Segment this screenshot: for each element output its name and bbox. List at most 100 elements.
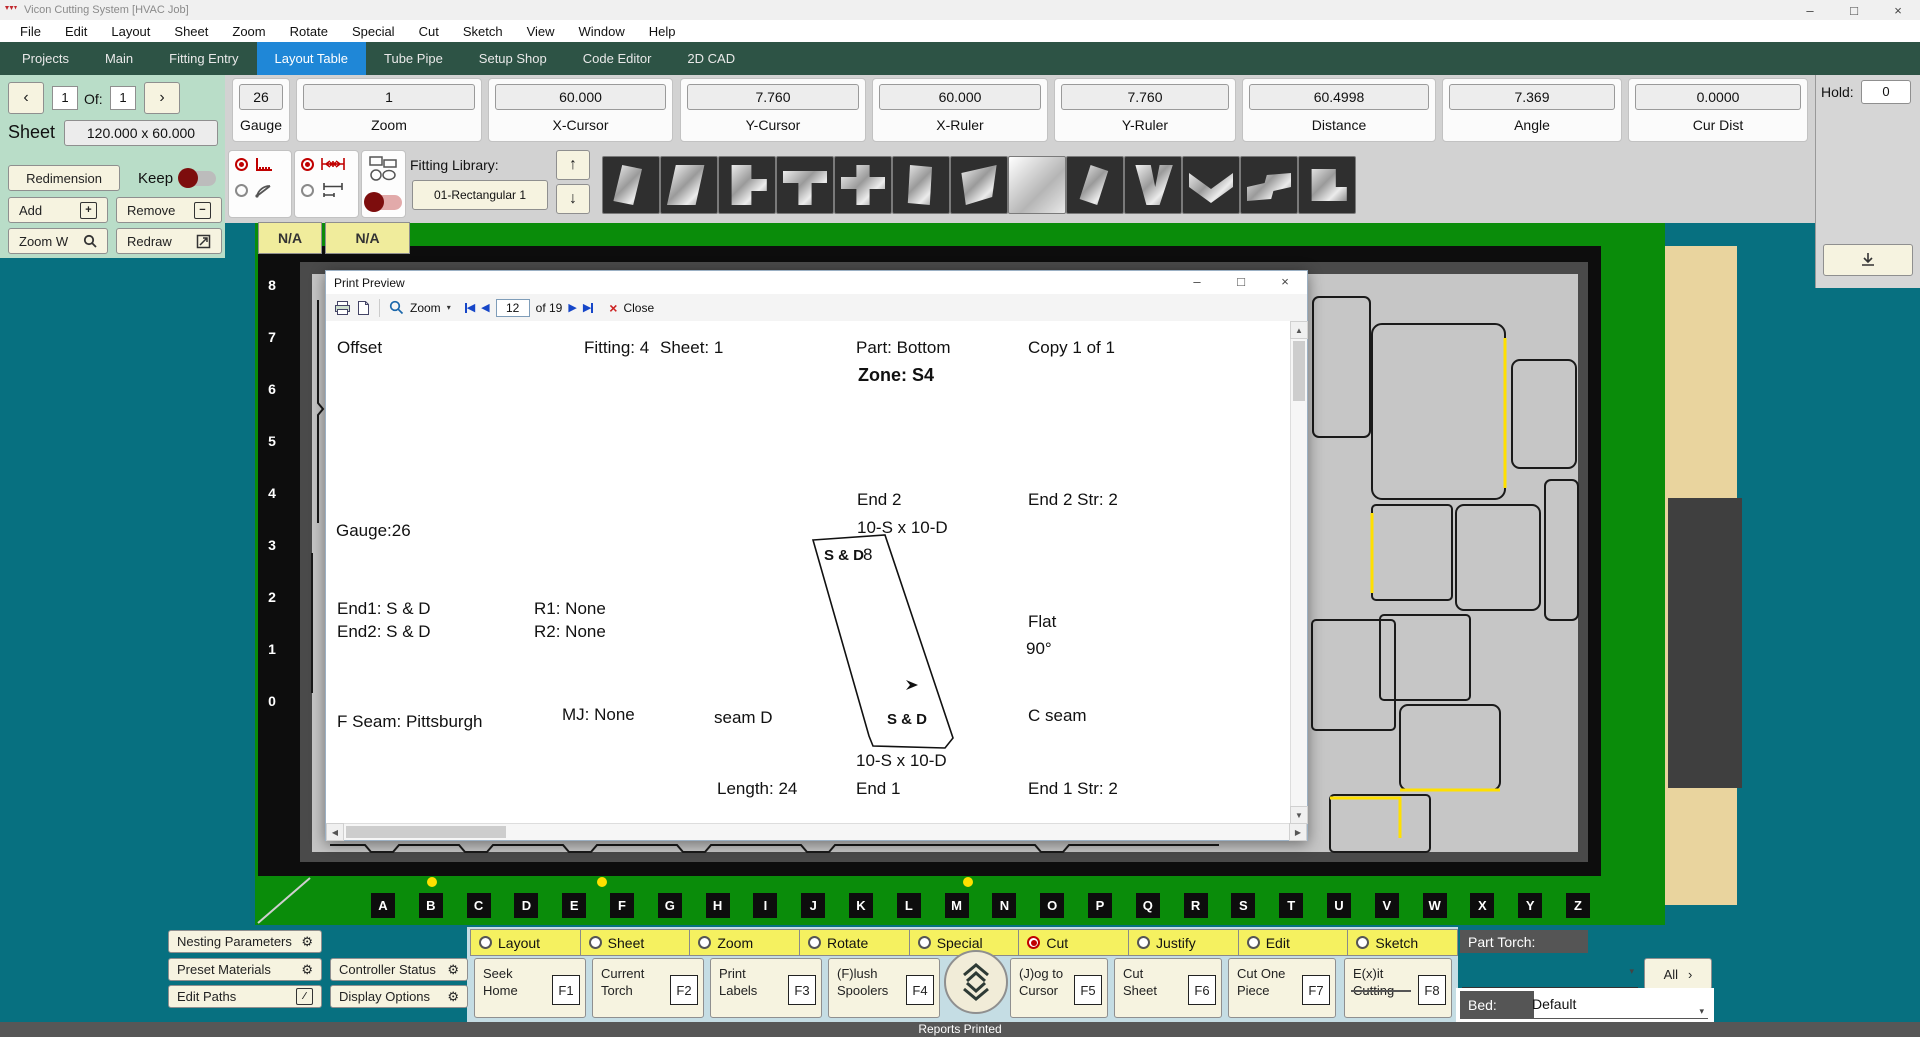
menu-item-sketch[interactable]: Sketch — [451, 24, 515, 39]
fkey-f4-button[interactable]: (F)lushSpoolersF4 — [828, 958, 940, 1018]
preset-materials-button[interactable]: Preset Materials ⚙ — [168, 958, 322, 981]
tab-code-editor[interactable]: Code Editor — [565, 42, 670, 75]
menu-item-layout[interactable]: Layout — [99, 24, 162, 39]
fitting-library-select[interactable]: 01-Rectangular 1 — [412, 180, 548, 210]
tab-fitting-entry[interactable]: Fitting Entry — [151, 42, 256, 75]
fitting-tile-vee-duct[interactable] — [1182, 156, 1240, 214]
dialog-maximize-button[interactable]: □ — [1219, 271, 1263, 291]
readout-value[interactable]: 26 — [239, 84, 283, 110]
fitting-tile-tee-duct[interactable] — [776, 156, 834, 214]
tab-2d-cad[interactable]: 2D CAD — [669, 42, 753, 75]
dialog-close-button[interactable]: × — [1263, 271, 1307, 291]
close-x-icon[interactable]: × — [609, 300, 617, 316]
zoom-icon[interactable] — [389, 300, 404, 315]
fitting-up-button[interactable]: ↑ — [556, 150, 590, 180]
readout-value[interactable]: 60.000 — [879, 84, 1041, 110]
fkey-f6-button[interactable]: CutSheetF6 — [1114, 958, 1222, 1018]
drop-to-table-button[interactable] — [1823, 244, 1913, 276]
readout-value[interactable]: 1 — [303, 84, 475, 110]
page-number-field[interactable]: 12 — [496, 299, 530, 317]
fitting-tile-elbow-duct[interactable] — [1298, 156, 1356, 214]
snap-ruler-option[interactable] — [229, 151, 291, 177]
menu-item-edit[interactable]: Edit — [53, 24, 99, 39]
mode-cut[interactable]: Cut — [1019, 930, 1129, 955]
print-preview-dialog[interactable]: Print Preview – □ × Zoom ▾ ◀ ◀ 12 of 19 … — [325, 270, 1308, 841]
page-setup-icon[interactable] — [357, 300, 370, 316]
menu-item-sheet[interactable]: Sheet — [162, 24, 220, 39]
mode-sheet[interactable]: Sheet — [581, 930, 691, 955]
last-page-button[interactable]: ▶ — [583, 301, 593, 314]
zoom-window-button[interactable]: Zoom W — [8, 228, 108, 254]
mode-edit[interactable]: Edit — [1239, 930, 1349, 955]
fitting-tile-transition-duct[interactable] — [660, 156, 718, 214]
fitting-tile-wye-duct[interactable] — [1124, 156, 1182, 214]
tab-tube-pipe[interactable]: Tube Pipe — [366, 42, 461, 75]
tab-setup-shop[interactable]: Setup Shop — [461, 42, 565, 75]
keep-toggle[interactable] — [180, 171, 216, 186]
nesting-parameters-button[interactable]: Nesting Parameters ⚙ — [168, 930, 322, 953]
readout-value[interactable]: 7.369 — [1449, 84, 1615, 110]
scroll-up-button[interactable]: ▲ — [1290, 321, 1308, 339]
zoom-caret-icon[interactable]: ▾ — [447, 303, 451, 312]
all-torches-button[interactable]: All › — [1644, 958, 1712, 990]
readout-value[interactable]: 7.760 — [1061, 84, 1229, 110]
tab-main[interactable]: Main — [87, 42, 151, 75]
menu-item-rotate[interactable]: Rotate — [278, 24, 340, 39]
scroll-down-button[interactable]: ▼ — [1290, 806, 1308, 824]
readout-value[interactable]: 60.4998 — [1249, 84, 1429, 110]
bed-select[interactable]: Default ▾ — [1532, 991, 1708, 1019]
tab-projects[interactable]: Projects — [4, 42, 87, 75]
mode-rotate[interactable]: Rotate — [800, 930, 910, 955]
mode-justify[interactable]: Justify — [1129, 930, 1239, 955]
window-maximize-button[interactable]: □ — [1832, 0, 1876, 20]
sheet-total-field[interactable]: 1 — [110, 86, 136, 110]
readout-value[interactable]: 0.0000 — [1635, 84, 1801, 110]
readout-value[interactable]: 7.760 — [687, 84, 859, 110]
fkey-f1-button[interactable]: SeekHomeF1 — [474, 958, 586, 1018]
menu-item-view[interactable]: View — [515, 24, 567, 39]
menu-item-window[interactable]: Window — [567, 24, 637, 39]
sheet-prev-button[interactable]: ‹ — [8, 82, 44, 114]
menu-item-help[interactable]: Help — [637, 24, 688, 39]
scroll-right-button[interactable]: ▶ — [1289, 823, 1307, 841]
sheet-next-button[interactable]: › — [144, 82, 180, 114]
fitting-toggle[interactable] — [366, 195, 402, 210]
window-close-button[interactable]: × — [1876, 0, 1920, 20]
vertical-scrollbar[interactable]: ▲ ▼ — [1290, 321, 1307, 824]
fkey-f5-button[interactable]: (J)og toCursorF5 — [1010, 958, 1108, 1018]
hold-value-field[interactable]: 0 — [1861, 80, 1911, 104]
menu-item-special[interactable]: Special — [340, 24, 407, 39]
snap-protractor-option[interactable] — [229, 177, 291, 203]
fitting-tile-straight-duct[interactable] — [892, 156, 950, 214]
sheet-size-field[interactable]: 120.000 x 60.000 — [64, 120, 218, 146]
fkey-f8-button[interactable]: E(x)itCuttingF8 — [1344, 958, 1452, 1018]
fitting-tile-offset-duct[interactable] — [602, 156, 660, 214]
fitting-tile-cross-duct[interactable] — [834, 156, 892, 214]
readout-value[interactable]: 60.000 — [495, 84, 666, 110]
print-icon[interactable] — [334, 300, 351, 316]
close-preview-label[interactable]: Close — [623, 301, 654, 315]
dimension-plain-option[interactable] — [295, 177, 358, 203]
fitting-tile-skew-duct[interactable] — [950, 156, 1008, 214]
fitting-tile-ogee-duct[interactable] — [1240, 156, 1298, 214]
tab-layout-table[interactable]: Layout Table — [257, 42, 367, 75]
scroll-left-button[interactable]: ◀ — [326, 823, 344, 841]
zoom-tool-label[interactable]: Zoom — [410, 301, 441, 315]
edit-paths-button[interactable]: Edit Paths ∕ — [168, 985, 322, 1008]
print-preview-titlebar[interactable]: Print Preview – □ × — [326, 271, 1307, 295]
fitting-down-button[interactable]: ↓ — [556, 184, 590, 214]
controller-status-button[interactable]: Controller Status ⚙ — [330, 958, 468, 981]
mode-zoom[interactable]: Zoom — [690, 930, 800, 955]
shapes-icon[interactable] — [369, 156, 399, 182]
first-page-button[interactable]: ◀ — [465, 301, 475, 314]
sheet-page-field[interactable]: 1 — [52, 86, 78, 110]
fitting-tile-angle-duct[interactable] — [1066, 156, 1124, 214]
add-button[interactable]: Add + — [8, 197, 108, 223]
part-torch-select[interactable]: ▾ — [1462, 958, 1638, 988]
fkey-f7-button[interactable]: Cut OnePieceF7 — [1228, 958, 1336, 1018]
menu-item-cut[interactable]: Cut — [407, 24, 451, 39]
window-minimize-button[interactable]: – — [1788, 0, 1832, 20]
next-page-button[interactable]: ▶ — [568, 301, 576, 314]
dialog-minimize-button[interactable]: – — [1175, 271, 1219, 291]
fitting-tile-blank-plate[interactable] — [1008, 156, 1066, 214]
